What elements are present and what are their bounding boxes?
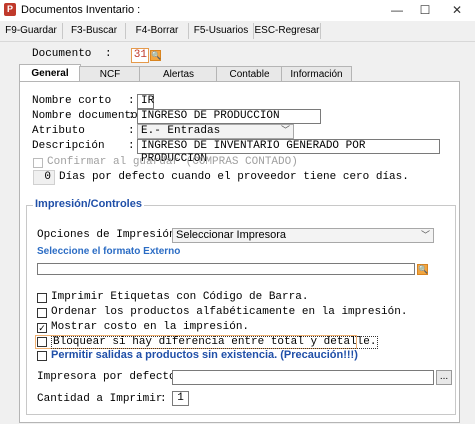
- tab-contable[interactable]: Contable: [216, 66, 283, 82]
- app-logo-icon: P: [4, 3, 16, 16]
- nombre-documento-input[interactable]: INGRESO DE PRODUCCION: [137, 109, 321, 124]
- nombre-corto-input[interactable]: IR: [137, 94, 154, 109]
- maximize-button[interactable]: ☐: [412, 1, 438, 19]
- chevron-down-icon: ﹀: [420, 230, 430, 240]
- nombre-documento-colon: :: [128, 110, 135, 122]
- nombre-corto-label: Nombre corto: [32, 95, 112, 107]
- formato-label: Seleccione el formato Externo: [37, 246, 181, 257]
- tab-general[interactable]: General: [19, 64, 81, 82]
- guardar-button[interactable]: F9-Guardar: [0, 23, 63, 39]
- toolbar: F9-Guardar F3-Buscar F4-Borrar F5-Usuari…: [0, 21, 475, 42]
- etiquetas-checkbox[interactable]: [37, 293, 47, 303]
- borrar-button[interactable]: F4-Borrar: [126, 23, 189, 39]
- bloquear-label: Bloquear si hay diferencia entre total y…: [51, 336, 379, 349]
- formato-input[interactable]: [37, 263, 415, 275]
- opciones-select-value: Seleccionar Impresora: [176, 229, 287, 241]
- buscar-button[interactable]: F3-Buscar: [63, 23, 126, 39]
- nombre-corto-colon: :: [128, 95, 135, 107]
- confirmar-label: Confirmar al guardar (COMPRAS CONTADO): [47, 156, 298, 168]
- tab-informacion[interactable]: Información: [281, 66, 352, 82]
- ordenar-checkbox[interactable]: [37, 308, 47, 318]
- cantidad-label: Cantidad a Imprimir: [37, 393, 163, 405]
- permitir-label: Permitir salidas a productos sin existen…: [51, 349, 358, 361]
- tab-ncf[interactable]: NCF: [79, 66, 141, 82]
- usuarios-button[interactable]: F5-Usuarios: [189, 23, 254, 39]
- descripcion-input[interactable]: INGRESO DE INVENTARIO GENERADO POR PRODU…: [137, 139, 440, 165]
- costo-checkbox[interactable]: ✓: [37, 323, 47, 333]
- opciones-select[interactable]: Seleccionar Impresora ﹀: [172, 228, 434, 243]
- formato-search-icon[interactable]: 🔍: [417, 264, 428, 275]
- documento-search-icon[interactable]: 🔍: [150, 50, 161, 61]
- ordenar-label: Ordenar los productos alfabéticamente en…: [51, 306, 408, 318]
- documento-input[interactable]: 31: [131, 48, 149, 63]
- impresora-browse-button[interactable]: ...: [436, 370, 452, 385]
- chevron-down-icon: ﹀: [280, 126, 290, 136]
- window-title: Documentos Inventario :: [21, 4, 141, 16]
- dias-input[interactable]: 0: [33, 170, 55, 185]
- descripcion-label: Descripción: [32, 140, 105, 152]
- atributo-select-value: E.- Entradas: [141, 125, 221, 137]
- descripcion-colon: :: [128, 140, 135, 152]
- atributo-select[interactable]: E.- Entradas ﹀: [137, 124, 294, 139]
- cantidad-input[interactable]: 1: [172, 391, 189, 406]
- impresion-section-title: Impresión/Controles: [33, 198, 144, 210]
- atributo-colon: :: [128, 125, 135, 137]
- regresar-button[interactable]: ESC-Regresar: [254, 23, 321, 39]
- title-bar: P Documentos Inventario : — ☐ ✕: [0, 0, 475, 22]
- impresora-input[interactable]: [172, 370, 434, 385]
- tab-alertas[interactable]: Alertas: [139, 66, 218, 82]
- nombre-documento-label: Nombre documento: [32, 110, 138, 122]
- opciones-label: Opciones de Impresión:: [37, 229, 183, 241]
- documento-label: Documento: [32, 48, 92, 60]
- close-button[interactable]: ✕: [444, 1, 470, 19]
- dias-label: Días por defecto cuando el proveedor tie…: [59, 171, 409, 183]
- cantidad-colon: :: [160, 393, 167, 405]
- bloquear-checkbox[interactable]: [37, 337, 47, 347]
- minimize-button[interactable]: —: [384, 1, 410, 19]
- etiquetas-label: Imprimir Etiquetas con Código de Barra.: [51, 291, 309, 303]
- costo-label: Mostrar costo en la impresión.: [51, 321, 250, 333]
- documento-colon: :: [105, 48, 112, 60]
- atributo-label: Atributo: [32, 125, 85, 137]
- impresora-label: Impresora por defecto:: [37, 371, 183, 383]
- confirmar-checkbox[interactable]: [33, 158, 43, 168]
- permitir-checkbox[interactable]: [37, 351, 47, 361]
